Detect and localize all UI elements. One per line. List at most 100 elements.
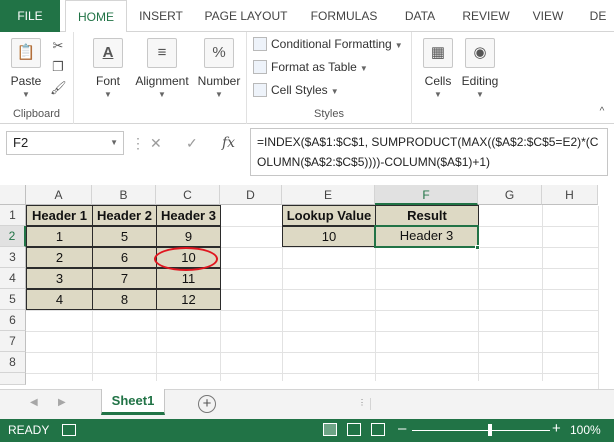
row-header-4[interactable]: 4: [0, 268, 26, 289]
chevron-down-icon: ▼: [330, 87, 339, 96]
gridline: [26, 310, 614, 311]
cell-styles-label: Cell Styles: [271, 83, 328, 97]
cell-c2[interactable]: 9: [156, 226, 221, 247]
scroll-right-icon[interactable]: ▶: [58, 397, 66, 408]
vertical-scrollbar[interactable]: [598, 206, 614, 389]
zoom-slider-thumb[interactable]: [488, 424, 492, 436]
tab-view[interactable]: VIEW: [526, 0, 570, 32]
cut-icon[interactable]: ✂: [50, 38, 66, 54]
formula-input[interactable]: =INDEX($A$1:$C$1, SUMPRODUCT(MAX(($A$2:$…: [250, 128, 608, 176]
macro-record-icon[interactable]: [62, 424, 76, 436]
cell-c5[interactable]: 12: [156, 289, 221, 310]
cell-a4[interactable]: 3: [26, 268, 93, 289]
editing-button[interactable]: ◉ Editing ▼: [460, 38, 500, 99]
cell-c4[interactable]: 11: [156, 268, 221, 289]
row-header-3[interactable]: 3: [0, 247, 26, 268]
tab-home[interactable]: HOME: [65, 0, 127, 33]
format-painter-icon[interactable]: 🖌: [50, 80, 67, 96]
tab-formulas[interactable]: FORMULAS: [302, 0, 386, 32]
row-header-9[interactable]: [0, 373, 26, 385]
tab-insert[interactable]: INSERT: [130, 0, 192, 32]
cell-b1[interactable]: Header 2: [92, 205, 157, 226]
gridline: [26, 352, 614, 353]
gridline: [26, 331, 614, 332]
ribbon-tabs: FILE HOME INSERT PAGE LAYOUT FORMULAS DA…: [0, 0, 614, 33]
worksheet-grid[interactable]: A B C D E F G H 1 2 3 4 5 6 7 8 Header 1…: [0, 185, 614, 385]
alignment-button[interactable]: ≡ Alignment ▼: [132, 38, 192, 99]
cell-a2[interactable]: 1: [26, 226, 93, 247]
column-header-f[interactable]: F: [375, 185, 478, 205]
more-options-icon: ⋮: [131, 135, 145, 151]
clipboard-icon: 📋: [11, 38, 41, 68]
tab-page-layout[interactable]: PAGE LAYOUT: [198, 0, 294, 32]
copy-icon[interactable]: ❐: [50, 59, 66, 75]
cell-a3[interactable]: 2: [26, 247, 93, 268]
chevron-down-icon: ▼: [22, 90, 30, 99]
column-header-e[interactable]: E: [282, 185, 375, 205]
cell-c1[interactable]: Header 3: [156, 205, 221, 226]
cell-f2-selected[interactable]: Header 3: [374, 225, 479, 248]
format-as-table-button[interactable]: Format as Table ▼: [253, 57, 368, 77]
conditional-formatting-button[interactable]: Conditional Formatting ▼: [253, 34, 403, 54]
font-button[interactable]: A Font ▼: [88, 38, 128, 99]
tab-data[interactable]: DATA: [394, 0, 446, 32]
cell-f1[interactable]: Result: [375, 205, 479, 226]
column-header-c[interactable]: C: [156, 185, 220, 205]
row-header-1[interactable]: 1: [0, 205, 26, 226]
cell-b3[interactable]: 6: [92, 247, 157, 268]
row-header-2[interactable]: 2: [0, 226, 26, 247]
ribbon: 📋 Paste ▼ ✂ ❐ 🖌 Clipboard A Font ▼ ≡ Ali…: [0, 32, 614, 124]
cell-b5[interactable]: 8: [92, 289, 157, 310]
chevron-down-icon: ▼: [394, 41, 403, 50]
insert-function-icon[interactable]: fx: [222, 135, 235, 151]
fill-handle[interactable]: [475, 245, 480, 250]
page-layout-view-icon[interactable]: [347, 423, 361, 436]
zoom-slider[interactable]: [412, 430, 550, 431]
horizontal-scrollbar[interactable]: [370, 398, 606, 410]
add-sheet-icon[interactable]: +: [198, 395, 216, 413]
styles-group-label: Styles: [314, 108, 344, 120]
page-break-view-icon[interactable]: [371, 423, 385, 436]
sheet-tab-sheet1[interactable]: Sheet1: [101, 389, 165, 415]
column-header-a[interactable]: A: [26, 185, 92, 205]
cell-a1[interactable]: Header 1: [26, 205, 93, 226]
alignment-icon: ≡: [147, 38, 177, 68]
cell-styles-button[interactable]: Cell Styles ▼: [253, 80, 339, 100]
cell-e1[interactable]: Lookup Value: [282, 205, 376, 226]
cancel-icon[interactable]: ✕: [150, 135, 162, 152]
zoom-out-icon[interactable]: –: [398, 420, 406, 437]
column-header-g[interactable]: G: [478, 185, 542, 205]
column-header-h[interactable]: H: [542, 185, 598, 205]
font-icon: A: [93, 38, 123, 68]
cell-b2[interactable]: 5: [92, 226, 157, 247]
chevron-down-icon: ▼: [476, 90, 484, 99]
normal-view-icon[interactable]: [323, 423, 337, 436]
column-header-d[interactable]: D: [220, 185, 282, 205]
paste-button[interactable]: 📋 Paste ▼: [6, 38, 46, 99]
tab-file[interactable]: FILE: [0, 0, 60, 32]
styles-group: Conditional Formatting ▼ Format as Table ▼…: [246, 32, 412, 124]
cells-button[interactable]: ▦ Cells ▼: [418, 38, 458, 99]
cell-b4[interactable]: 7: [92, 268, 157, 289]
name-box[interactable]: F2 ▼: [6, 131, 124, 155]
row-header-8[interactable]: 8: [0, 352, 26, 373]
more-icon: ⋮: [358, 398, 366, 407]
formula-bar: F2 ▼ ⋮ ✕ ✓ fx =INDEX($A$1:$C$1, SUMPRODU…: [0, 125, 614, 181]
font-label: Font: [95, 74, 120, 88]
confirm-icon[interactable]: ✓: [186, 135, 198, 152]
chevron-down-icon: ▼: [158, 90, 166, 99]
tab-review[interactable]: REVIEW: [454, 0, 518, 32]
row-header-5[interactable]: 5: [0, 289, 26, 310]
collapse-ribbon-icon[interactable]: ^: [594, 104, 610, 120]
zoom-in-icon[interactable]: +: [552, 420, 561, 437]
cell-e2[interactable]: 10: [282, 226, 376, 247]
column-header-b[interactable]: B: [92, 185, 156, 205]
zoom-level[interactable]: 100%: [570, 423, 601, 437]
cell-a5[interactable]: 4: [26, 289, 93, 310]
scroll-left-icon[interactable]: ◀: [30, 397, 38, 408]
number-button[interactable]: % Number ▼: [196, 38, 242, 99]
select-all-corner[interactable]: [0, 185, 26, 205]
row-header-7[interactable]: 7: [0, 331, 26, 352]
tab-developer[interactable]: DE: [582, 0, 614, 32]
row-header-6[interactable]: 6: [0, 310, 26, 331]
